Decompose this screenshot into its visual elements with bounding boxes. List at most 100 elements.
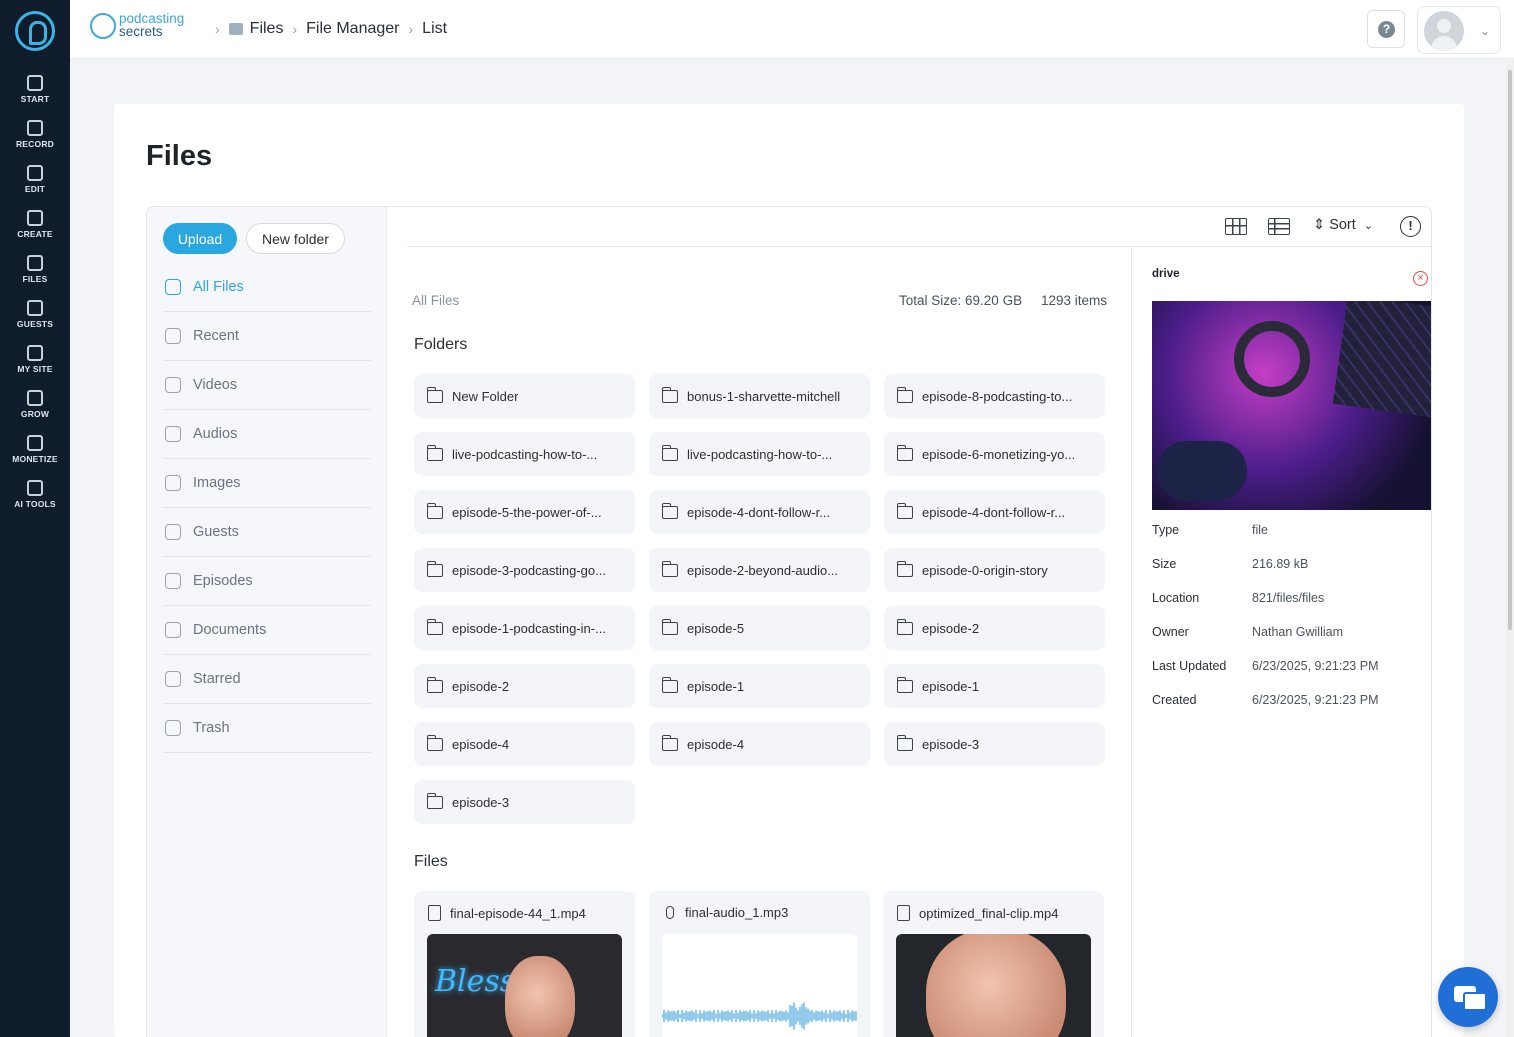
sort-dropdown[interactable]: ⇕ Sort ⌄ bbox=[1313, 217, 1373, 233]
rail-item-create[interactable]: CREATE bbox=[0, 210, 70, 252]
user-menu-button[interactable]: ⌄ bbox=[1417, 6, 1501, 54]
folder-item[interactable]: episode-3-podcasting-go... bbox=[414, 548, 635, 592]
folder-icon bbox=[896, 676, 913, 693]
folder-name: episode-3-podcasting-go... bbox=[452, 562, 606, 578]
rail-item-label: MY SITE bbox=[17, 364, 53, 374]
folder-item[interactable]: episode-8-podcasting-to... bbox=[884, 374, 1105, 418]
close-icon[interactable]: × bbox=[1413, 271, 1428, 286]
folder-item[interactable]: episode-5 bbox=[649, 606, 870, 650]
sidebar-item-guests[interactable]: Guests bbox=[163, 508, 371, 557]
video-thumbnail: Blesse bbox=[427, 934, 622, 1037]
folder-item[interactable]: episode-2 bbox=[884, 606, 1105, 650]
item-count: 1293 items bbox=[1041, 293, 1108, 308]
start-icon bbox=[27, 75, 43, 91]
upload-button[interactable]: Upload bbox=[163, 223, 237, 254]
video-thumbnail bbox=[896, 934, 1091, 1037]
page-scrollbar[interactable] bbox=[1506, 60, 1514, 1037]
sidebar-item-label: Recent bbox=[193, 328, 239, 344]
info-icon[interactable]: ! bbox=[1400, 216, 1421, 237]
folder-icon bbox=[896, 386, 913, 403]
chart-icon bbox=[27, 390, 43, 406]
breadcrumb-file-manager[interactable]: File Manager bbox=[306, 20, 399, 38]
folder-item[interactable]: episode-5-the-power-of-... bbox=[414, 490, 635, 534]
help-button[interactable]: ? bbox=[1367, 10, 1405, 48]
detail-value: 6/23/2025, 9:21:23 PM bbox=[1252, 659, 1379, 673]
folder-item[interactable]: episode-1-podcasting-in-... bbox=[414, 606, 635, 650]
detail-title: drive bbox=[1152, 268, 1180, 280]
folder-icon bbox=[896, 502, 913, 519]
folder-item[interactable]: episode-2 bbox=[414, 664, 635, 708]
folder-item[interactable]: episode-0-origin-story bbox=[884, 548, 1105, 592]
sidebar-item-label: Audios bbox=[193, 426, 238, 442]
file-card[interactable]: final-audio_1.mp3 bbox=[649, 891, 870, 1037]
detail-key: Last Updated bbox=[1152, 659, 1227, 673]
breadcrumb-files[interactable]: Files bbox=[250, 20, 284, 38]
folder-icon bbox=[661, 618, 678, 635]
rail-item-ai-tools[interactable]: AI TOOLS bbox=[0, 480, 70, 522]
folder-item[interactable]: live-podcasting-how-to-... bbox=[649, 432, 870, 476]
monetize-icon bbox=[27, 435, 43, 451]
folder-item[interactable]: New Folder bbox=[414, 374, 635, 418]
folder-item[interactable]: episode-1 bbox=[649, 664, 870, 708]
sidebar-item-documents[interactable]: Documents bbox=[163, 606, 371, 655]
site-icon bbox=[27, 345, 43, 361]
folder-icon bbox=[426, 792, 443, 809]
chevron-down-icon: ⌄ bbox=[1363, 220, 1374, 232]
sidebar-item-videos[interactable]: Videos bbox=[163, 361, 371, 410]
folder-icon bbox=[661, 676, 678, 693]
files-heading: Files bbox=[414, 853, 448, 870]
folder-item[interactable]: episode-6-monetizing-yo... bbox=[884, 432, 1105, 476]
folder-name: episode-3 bbox=[452, 794, 510, 810]
folder-item[interactable]: episode-4 bbox=[649, 722, 870, 766]
sidebar-item-recent[interactable]: Recent bbox=[163, 312, 371, 361]
sidebar-item-all-files[interactable]: All Files bbox=[163, 263, 371, 312]
rail-item-grow[interactable]: GROW bbox=[0, 390, 70, 432]
file-name: optimized_final-clip.mp4 bbox=[919, 905, 1059, 921]
sidebar-item-trash[interactable]: Trash bbox=[163, 704, 371, 753]
list-view-icon[interactable] bbox=[1268, 218, 1290, 235]
file-card[interactable]: optimized_final-clip.mp4 bbox=[883, 891, 1104, 1037]
folder-item[interactable]: episode-3 bbox=[884, 722, 1105, 766]
audio-waveform bbox=[662, 934, 857, 1037]
folder-name: episode-5 bbox=[687, 620, 745, 636]
app-logo-icon[interactable] bbox=[15, 11, 55, 51]
rail-item-guests[interactable]: GUESTS bbox=[0, 300, 70, 342]
preview-image bbox=[1152, 301, 1431, 510]
folder-item[interactable]: episode-1 bbox=[884, 664, 1105, 708]
folder-item[interactable]: episode-4-dont-follow-r... bbox=[884, 490, 1105, 534]
grid-view-icon[interactable] bbox=[1225, 218, 1247, 235]
sidebar-item-label: Guests bbox=[193, 524, 239, 540]
edit-icon bbox=[27, 165, 43, 181]
video-file-icon bbox=[897, 905, 910, 921]
sidebar-item-starred[interactable]: Starred bbox=[163, 655, 371, 704]
folder-item[interactable]: episode-3 bbox=[414, 780, 635, 824]
folder-item[interactable]: episode-4-dont-follow-r... bbox=[649, 490, 870, 534]
folder-item[interactable]: episode-2-beyond-audio... bbox=[649, 548, 870, 592]
sidebar-item-episodes[interactable]: Episodes bbox=[163, 557, 371, 606]
rail-item-edit[interactable]: EDIT bbox=[0, 165, 70, 207]
rail-item-record[interactable]: RECORD bbox=[0, 120, 70, 162]
create-icon bbox=[27, 210, 43, 226]
microphone-icon bbox=[27, 120, 43, 136]
rail-item-monetize[interactable]: MONETIZE bbox=[0, 435, 70, 477]
folder-item[interactable]: bonus-1-sharvette-mitchell bbox=[649, 374, 870, 418]
top-bar: podcasting secrets › Files › File Manage… bbox=[70, 0, 1514, 59]
video-icon bbox=[165, 377, 181, 393]
new-folder-button[interactable]: New folder bbox=[246, 223, 345, 254]
folder-icon bbox=[661, 560, 678, 577]
rail-item-files[interactable]: FILES bbox=[0, 255, 70, 297]
trash-icon bbox=[165, 720, 181, 736]
rail-item-my-site[interactable]: MY SITE bbox=[0, 345, 70, 387]
sidebar-item-images[interactable]: Images bbox=[163, 459, 371, 508]
rail-item-start[interactable]: START bbox=[0, 75, 70, 117]
file-card[interactable]: final-episode-44_1.mp4 Blesse bbox=[414, 891, 635, 1037]
folder-item[interactable]: live-podcasting-how-to-... bbox=[414, 432, 635, 476]
folder-name: episode-4 bbox=[687, 736, 745, 752]
sidebar-item-audios[interactable]: Audios bbox=[163, 410, 371, 459]
detail-value: file bbox=[1252, 523, 1268, 537]
detail-key: Size bbox=[1152, 557, 1177, 571]
image-icon bbox=[165, 475, 181, 491]
folder-item[interactable]: episode-4 bbox=[414, 722, 635, 766]
chat-button[interactable] bbox=[1438, 967, 1498, 1027]
avatar bbox=[1424, 11, 1464, 51]
